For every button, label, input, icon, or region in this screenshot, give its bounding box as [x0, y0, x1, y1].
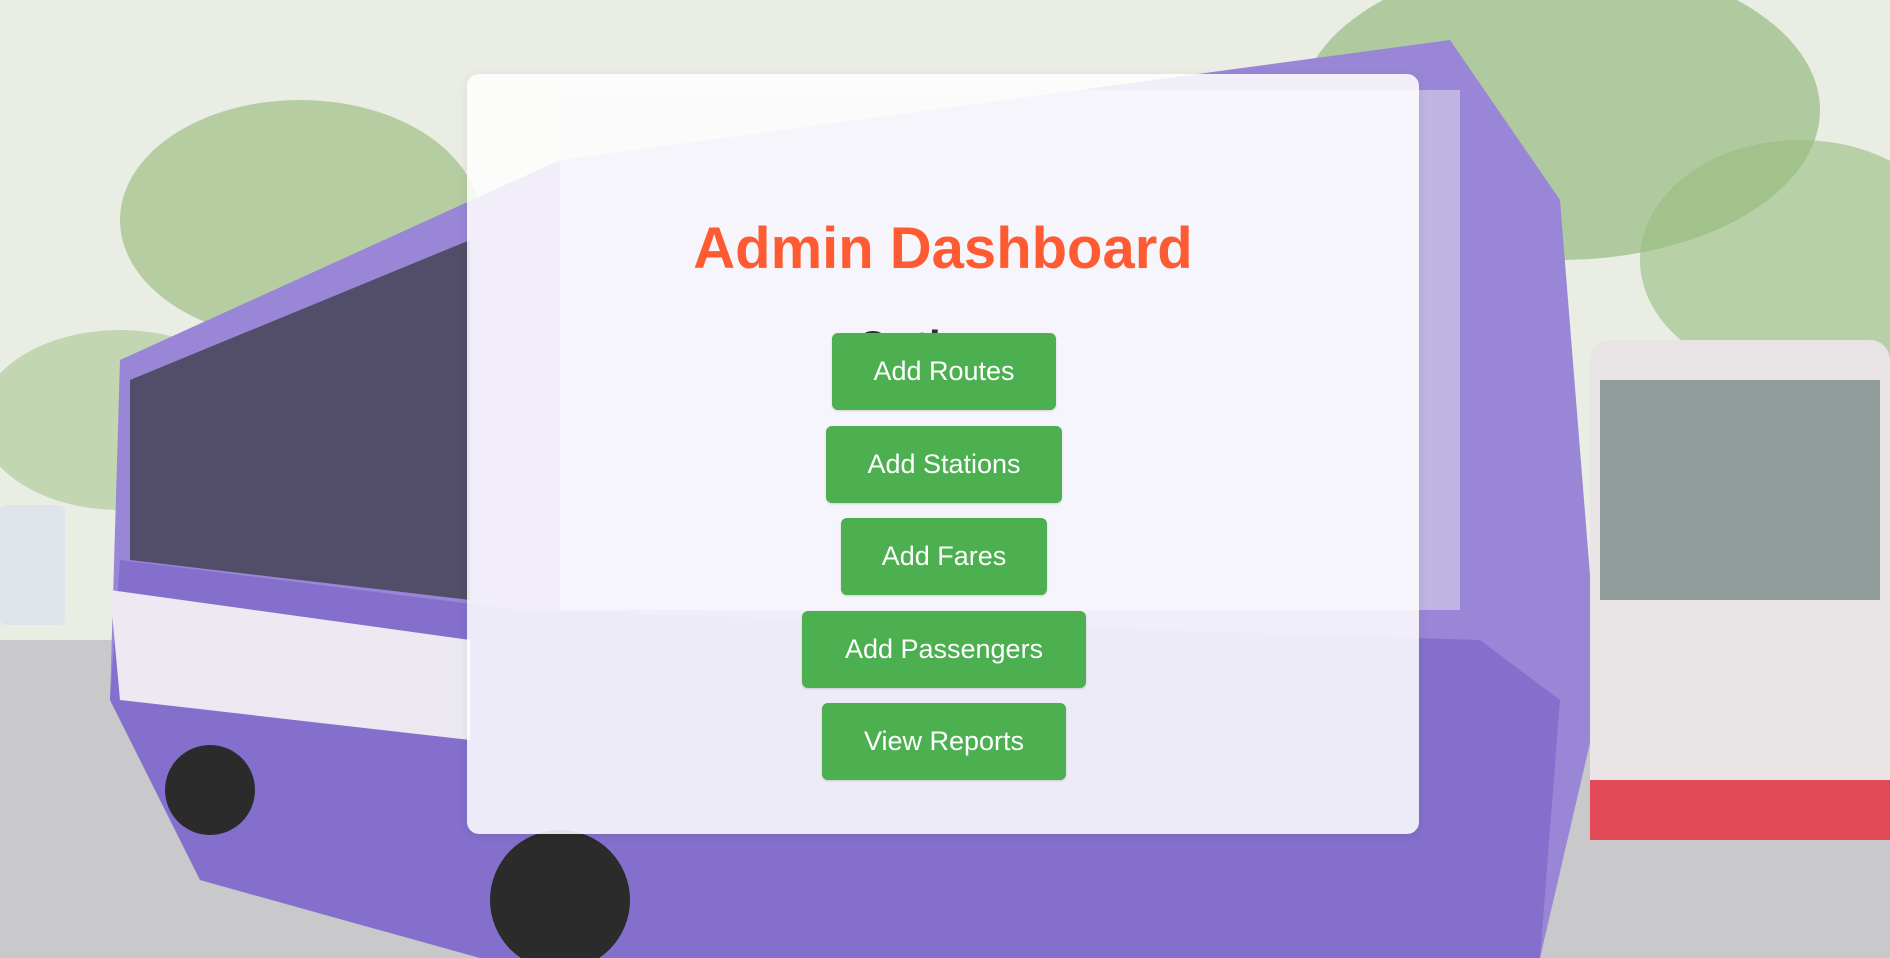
add-passengers-label: Add Passengers — [844, 634, 1044, 664]
add-fares-label: Add Fares — [881, 541, 1007, 571]
add-passengers-button[interactable]: Add Passengers — [802, 611, 1086, 688]
add-stations-button[interactable]: Add Stations — [826, 426, 1062, 503]
add-fares-button[interactable]: Add Fares — [841, 518, 1047, 595]
add-routes-label: Add Routes — [873, 356, 1015, 386]
admin-dashboard-panel: Admin Dashboard Options: Add Routes Add … — [467, 74, 1419, 834]
add-routes-button[interactable]: Add Routes — [832, 333, 1056, 410]
view-reports-label: View Reports — [863, 726, 1025, 756]
add-stations-label: Add Stations — [867, 449, 1021, 479]
view-reports-button[interactable]: View Reports — [822, 703, 1066, 780]
page-title: Admin Dashboard — [693, 216, 1193, 281]
